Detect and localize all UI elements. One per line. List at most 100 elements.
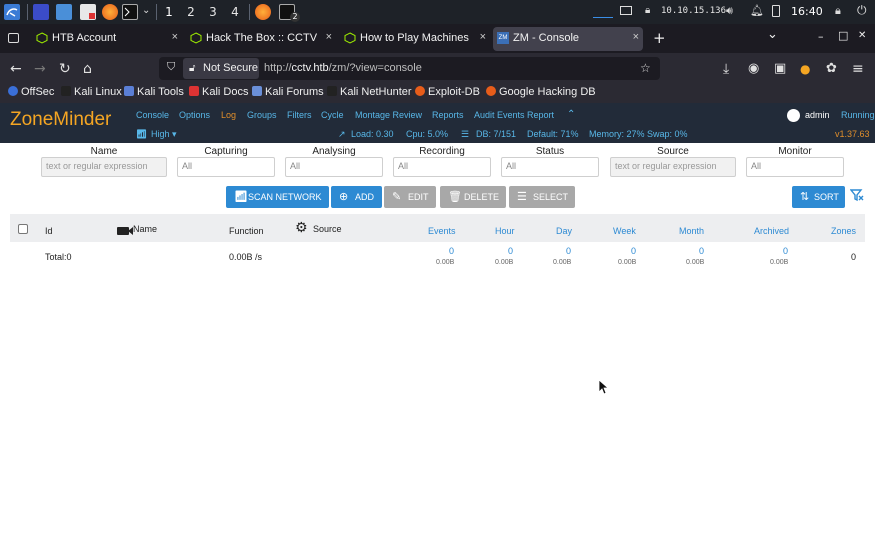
- column-header-function[interactable]: Function: [229, 226, 264, 236]
- volume-icon[interactable]: 🔊︎: [726, 4, 733, 18]
- bookmark-exploit-db[interactable]: Exploit-DB: [415, 86, 480, 98]
- kali-menu-icon[interactable]: [4, 4, 20, 20]
- select-all-checkbox[interactable]: [18, 224, 28, 234]
- column-header-month[interactable]: Month: [679, 226, 704, 236]
- bookmark-kali-forums[interactable]: Kali Forums: [252, 86, 324, 98]
- workspace-4[interactable]: 4: [228, 5, 242, 19]
- tab-cctv-machine[interactable]: Hack The Box :: CCTV Mac ×: [186, 27, 336, 51]
- archived-total[interactable]: 0: [783, 246, 788, 256]
- zm-logo[interactable]: ZoneMinder: [10, 109, 111, 131]
- extensions-icon[interactable]: ▣: [774, 61, 786, 77]
- bookmark-kali-docs[interactable]: Kali Docs: [189, 86, 248, 98]
- power-manager-icon[interactable]: [772, 5, 780, 17]
- tab-close-icon[interactable]: ×: [480, 31, 486, 43]
- user-avatar-icon[interactable]: [787, 109, 800, 122]
- capturing-filter-select[interactable]: All: [177, 157, 275, 177]
- terminal-icon[interactable]: [122, 4, 138, 20]
- not-secure-indicator[interactable]: 🔓︎ Not Secure: [183, 58, 259, 79]
- url-text[interactable]: http://cctv.htb/zm/?view=console: [264, 62, 422, 74]
- nav-montage-review[interactable]: Montage Review: [355, 110, 422, 120]
- firefox-icon[interactable]: [102, 4, 118, 20]
- add-monitor-button[interactable]: ⊕ ADD: [331, 186, 382, 208]
- column-header-zones[interactable]: Zones: [831, 226, 856, 236]
- user-name[interactable]: admin: [805, 110, 830, 120]
- column-header-archived[interactable]: Archived: [754, 226, 789, 236]
- downloads-icon[interactable]: ⤓: [723, 61, 729, 77]
- tab-list-button[interactable]: ⌄: [767, 27, 778, 42]
- nav-audit-events-report[interactable]: Audit Events Report: [474, 110, 554, 120]
- events-total[interactable]: 0: [449, 246, 454, 256]
- nav-filters[interactable]: Filters: [287, 110, 312, 120]
- day-total[interactable]: 0: [566, 246, 571, 256]
- foxyproxy-icon[interactable]: ●: [800, 61, 810, 77]
- nav-options[interactable]: Options: [179, 110, 210, 120]
- window-close-button[interactable]: ✕: [858, 30, 866, 41]
- window-maximize-button[interactable]: □: [838, 29, 848, 42]
- forward-arrow-icon[interactable]: →: [34, 61, 46, 77]
- home-icon[interactable]: ⌂: [83, 61, 92, 77]
- lock-screen-icon[interactable]: 🔒︎: [835, 4, 841, 18]
- account-icon[interactable]: ◉: [748, 61, 759, 77]
- running-state[interactable]: Running: [841, 110, 875, 120]
- tab-how-to-play[interactable]: How to Play Machines | Ha ×: [340, 27, 490, 51]
- tab-close-icon[interactable]: ×: [633, 31, 639, 43]
- workspace-2[interactable]: 2: [184, 5, 198, 19]
- column-header-source[interactable]: Source: [313, 224, 342, 234]
- reload-icon[interactable]: ↻: [59, 61, 71, 77]
- column-header-week[interactable]: Week: [613, 226, 636, 236]
- hour-total[interactable]: 0: [508, 246, 513, 256]
- analysing-filter-select[interactable]: All: [285, 157, 383, 177]
- column-header-events[interactable]: Events: [428, 226, 456, 236]
- text-editor-icon[interactable]: [80, 4, 96, 20]
- nav-console[interactable]: Console: [136, 110, 169, 120]
- window-minimize-button[interactable]: –: [818, 30, 824, 43]
- bookmark-kali-tools[interactable]: Kali Tools: [124, 86, 184, 98]
- nav-groups[interactable]: Groups: [247, 110, 277, 120]
- chevron-down-icon[interactable]: ⌄: [142, 5, 150, 16]
- column-header-id[interactable]: Id: [45, 226, 53, 236]
- menu-hamburger-icon[interactable]: ≡: [852, 61, 864, 77]
- display-icon[interactable]: [620, 6, 632, 15]
- workspace-3[interactable]: 3: [206, 5, 220, 19]
- tab-close-icon[interactable]: ×: [172, 31, 178, 43]
- edit-button[interactable]: ✎ EDIT: [384, 186, 436, 208]
- addons-icon[interactable]: ✿: [826, 61, 837, 77]
- column-header-day[interactable]: Day: [556, 226, 572, 236]
- recording-filter-select[interactable]: All: [393, 157, 491, 177]
- monitor-filter-select[interactable]: All: [746, 157, 844, 177]
- select-button[interactable]: ☰ SELECT: [509, 186, 575, 208]
- logout-icon[interactable]: ⏻: [857, 3, 867, 18]
- bandwidth-selector[interactable]: High ▾: [151, 129, 177, 140]
- scan-network-button[interactable]: 📶︎ SCAN NETWORK: [226, 186, 329, 208]
- new-tab-button[interactable]: +: [653, 29, 666, 47]
- bookmark-offsec[interactable]: OffSec: [8, 86, 54, 98]
- collapse-chevron-up-icon[interactable]: ⌃: [567, 109, 575, 120]
- bookmark-google-hacking-db[interactable]: Google Hacking DB: [486, 86, 596, 98]
- delete-button[interactable]: 🗑︎ DELETE: [440, 186, 506, 208]
- clear-filter-icon[interactable]: [849, 187, 864, 206]
- source-filter-input[interactable]: text or regular expression: [610, 157, 736, 177]
- nav-reports[interactable]: Reports: [432, 110, 464, 120]
- desktop-icon[interactable]: [33, 4, 49, 20]
- status-filter-select[interactable]: All: [501, 157, 599, 177]
- sort-button[interactable]: ⇅ SORT: [792, 186, 845, 208]
- nav-log[interactable]: Log: [221, 110, 236, 120]
- tab-close-icon[interactable]: ×: [326, 31, 332, 43]
- bookmark-kali-nethunter[interactable]: Kali NetHunter: [327, 86, 412, 98]
- workspace-1[interactable]: 1: [162, 5, 176, 19]
- name-filter-input[interactable]: text or regular expression: [41, 157, 167, 177]
- bookmark-star-icon[interactable]: ☆: [640, 61, 651, 75]
- shield-icon[interactable]: ⛉: [167, 60, 175, 74]
- column-header-hour[interactable]: Hour: [495, 226, 515, 236]
- file-manager-icon[interactable]: [56, 4, 72, 20]
- bookmark-kali-linux[interactable]: Kali Linux: [61, 86, 122, 98]
- tab-overview-icon[interactable]: [8, 33, 19, 43]
- notification-bell-icon[interactable]: 🔔︎: [750, 4, 764, 17]
- nav-cycle[interactable]: Cycle: [321, 110, 344, 120]
- week-total[interactable]: 0: [631, 246, 636, 256]
- month-total[interactable]: 0: [699, 246, 704, 256]
- column-header-name[interactable]: Name: [133, 224, 157, 234]
- firefox-window-icon[interactable]: [255, 4, 271, 20]
- back-arrow-icon[interactable]: ←: [10, 61, 22, 77]
- tab-zm-console[interactable]: ZM ZM - Console ×: [493, 27, 643, 51]
